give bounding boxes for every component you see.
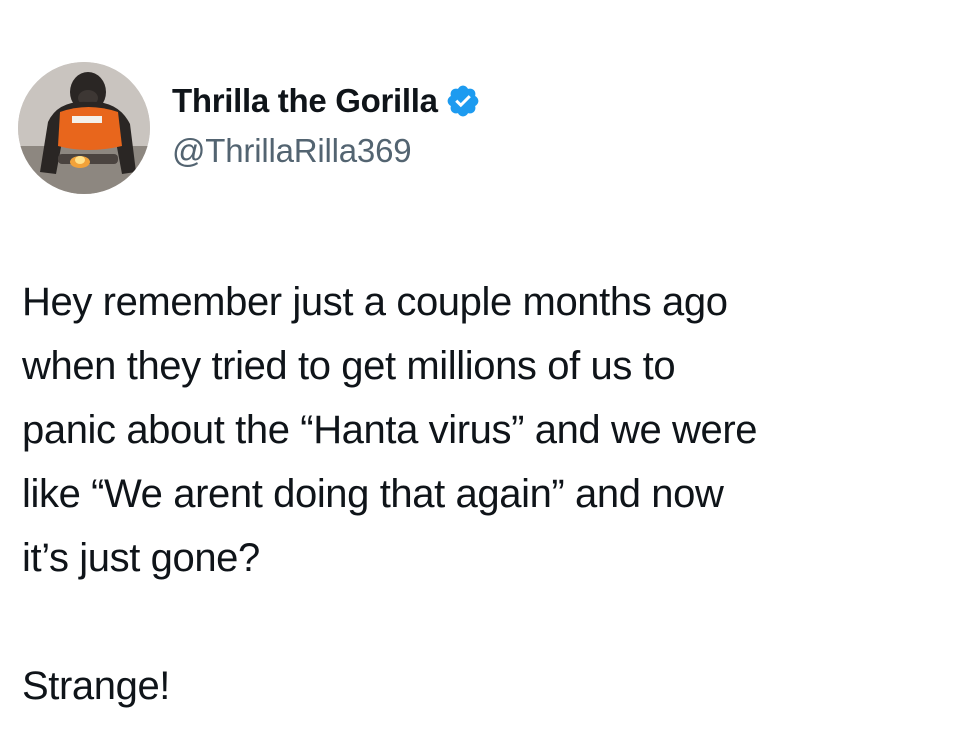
- avatar[interactable]: [18, 62, 150, 194]
- display-name[interactable]: Thrilla the Gorilla: [172, 82, 438, 120]
- tweet-paragraph: Hey remember just a couple months ago wh…: [22, 280, 758, 580]
- verified-badge-icon: [445, 83, 481, 119]
- user-handle[interactable]: @ThrillaRilla369: [172, 132, 412, 170]
- tweet-card: Thrilla the Gorilla @ThrillaRilla369 Hey…: [0, 0, 965, 750]
- tweet-text: Hey remember just a couple months ago wh…: [22, 270, 957, 718]
- gorilla-avatar-image: [18, 62, 150, 194]
- tweet-paragraph: Strange!: [22, 664, 171, 708]
- author-row: Thrilla the Gorilla: [172, 80, 481, 122]
